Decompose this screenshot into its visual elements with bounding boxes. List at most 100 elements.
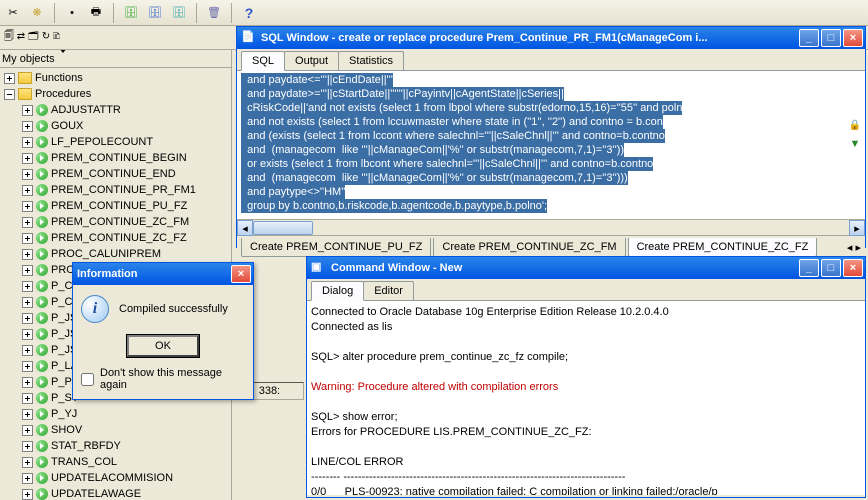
tree-procedure[interactable]: UPDATELACOMMISION — [0, 470, 231, 486]
tree-procedure[interactable]: P_YJ — [0, 406, 231, 422]
tree-procedure[interactable]: UPDATELAWAGE — [0, 486, 231, 500]
sql-h-scrollbar[interactable]: ◂ ▸ — [237, 219, 865, 235]
help-icon[interactable]: ? — [240, 4, 258, 22]
gear-icon[interactable]: ❋ — [28, 4, 46, 22]
expand-toggle[interactable] — [22, 281, 33, 292]
tree-procedure[interactable]: PREM_CONTINUE_END — [0, 166, 231, 182]
expand-toggle[interactable] — [22, 121, 33, 132]
tab-prev-icon[interactable]: ◂ — [847, 242, 853, 254]
expand-toggle[interactable] — [4, 73, 15, 84]
expand-toggle[interactable] — [22, 393, 33, 404]
scroll-left-button[interactable]: ◂ — [237, 220, 253, 236]
folder-icon — [18, 88, 32, 100]
tree-item-label: PREM_CONTINUE_PR_FM1 — [51, 182, 196, 198]
minimize-button[interactable]: _ — [799, 259, 819, 277]
expand-toggle[interactable] — [22, 425, 33, 436]
procedure-icon — [36, 216, 48, 228]
maximize-button[interactable]: □ — [821, 29, 841, 47]
cmd-output[interactable]: Connected to Oracle Database 10g Enterpr… — [307, 301, 865, 495]
object-filter-combo[interactable] — [59, 53, 229, 65]
expand-toggle[interactable] — [22, 377, 33, 388]
sql-window-titlebar[interactable]: 📄 SQL Window - create or replace procedu… — [237, 27, 865, 49]
ok-button[interactable]: OK — [127, 335, 199, 357]
tree-folder[interactable]: Procedures — [0, 86, 231, 102]
expand-toggle[interactable] — [22, 105, 33, 116]
maximize-button[interactable]: □ — [821, 259, 841, 277]
tree-procedure[interactable]: PREM_CONTINUE_PR_FM1 — [0, 182, 231, 198]
tree-item-label: PREM_CONTINUE_ZC_FZ — [51, 230, 187, 246]
expand-toggle[interactable] — [22, 489, 33, 500]
expand-toggle[interactable] — [22, 313, 33, 324]
expand-toggle[interactable] — [22, 217, 33, 228]
tree-procedure[interactable]: TRANS_COL — [0, 454, 231, 470]
tree-procedure[interactable]: LF_PEPOLECOUNT — [0, 134, 231, 150]
sql-tab-statistics[interactable]: Statistics — [338, 51, 404, 70]
sql-window-icon: 📄 — [241, 30, 257, 46]
close-button[interactable]: × — [843, 29, 863, 47]
dont-show-input[interactable] — [81, 373, 94, 386]
procedure-icon — [36, 328, 48, 340]
expand-toggle[interactable] — [22, 409, 33, 420]
expand-toggle[interactable] — [22, 473, 33, 484]
expand-toggle[interactable] — [22, 201, 33, 212]
minimize-button[interactable]: _ — [799, 29, 819, 47]
expand-toggle[interactable] — [22, 169, 33, 180]
procedure-icon — [36, 376, 48, 388]
tree-procedure[interactable]: STAT_RBFDY — [0, 438, 231, 454]
expand-toggle[interactable] — [22, 361, 33, 372]
sql-editor[interactable]: and paydate<='''||cEndDate||''' and payd… — [237, 71, 865, 219]
scissors-icon[interactable]: ✂ — [4, 4, 22, 22]
tree-folder[interactable]: Functions — [0, 70, 231, 86]
expand-toggle[interactable] — [22, 441, 33, 452]
trash-icon[interactable]: 🗑 — [205, 4, 223, 22]
arrow-down-icon[interactable]: ▼ — [850, 137, 861, 151]
procedure-icon — [36, 136, 48, 148]
tree-procedure[interactable]: PREM_CONTINUE_PU_FZ — [0, 198, 231, 214]
expand-toggle[interactable] — [22, 153, 33, 164]
expand-toggle[interactable] — [4, 89, 15, 100]
sql-tab-output[interactable]: Output — [284, 51, 339, 70]
cmd-tab-editor[interactable]: Editor — [363, 281, 414, 300]
db-green-icon[interactable]: 🗄 — [122, 4, 140, 22]
result-tab[interactable]: Create PREM_CONTINUE_ZC_FM — [433, 238, 625, 257]
tree-procedure[interactable]: GOUX — [0, 118, 231, 134]
expand-toggle[interactable] — [22, 185, 33, 196]
db-blue-icon[interactable]: 🗄 — [146, 4, 164, 22]
dont-show-checkbox[interactable]: Don't show this message again — [81, 367, 245, 391]
expand-toggle[interactable] — [22, 233, 33, 244]
result-tab[interactable]: Create PREM_CONTINUE_ZC_FZ — [628, 238, 818, 257]
expand-toggle[interactable] — [22, 249, 33, 260]
expand-toggle[interactable] — [22, 265, 33, 276]
expand-toggle[interactable] — [22, 457, 33, 468]
cmd-tab-dialog[interactable]: Dialog — [311, 281, 364, 301]
tree-procedure[interactable]: PREM_CONTINUE_ZC_FZ — [0, 230, 231, 246]
procedure-icon — [36, 184, 48, 196]
main-toolbar: ✂ ❋ • 🖶 🗄 🗄 🗄 🗑 ? — [0, 0, 868, 26]
cmd-output-line: Errors for PROCEDURE LIS.PREM_CONTINUE_Z… — [311, 425, 861, 440]
result-tab[interactable]: Create PREM_CONTINUE_PU_FZ — [241, 238, 431, 257]
close-button[interactable]: × — [843, 259, 863, 277]
close-button[interactable]: × — [231, 265, 251, 283]
tree-procedure[interactable]: PREM_CONTINUE_BEGIN — [0, 150, 231, 166]
lock-icon[interactable]: 🔒 — [849, 119, 861, 133]
expand-toggle[interactable] — [22, 329, 33, 340]
expand-toggle[interactable] — [22, 137, 33, 148]
sql-tab-sql[interactable]: SQL — [241, 51, 285, 71]
db-cyan-icon[interactable]: 🗄 — [170, 4, 188, 22]
tree-procedure[interactable]: PREM_CONTINUE_ZC_FM — [0, 214, 231, 230]
expand-toggle[interactable] — [22, 297, 33, 308]
scroll-thumb[interactable] — [253, 221, 313, 235]
sql-code-line: cRiskCode||'and not exists (select 1 fro… — [241, 101, 682, 115]
cmd-output-line — [311, 335, 861, 350]
info-titlebar[interactable]: Information × — [73, 263, 253, 285]
tab-next-icon[interactable]: ▸ — [855, 242, 861, 254]
printer-icon[interactable]: 🖶 — [87, 4, 105, 22]
bullet-icon[interactable]: • — [63, 4, 81, 22]
tree-procedure[interactable]: ADJUSTATTR — [0, 102, 231, 118]
tree-procedure[interactable]: PROC_CALUNIPREM — [0, 246, 231, 262]
expand-toggle[interactable] — [22, 345, 33, 356]
cmd-window-icon: ▣ — [311, 260, 327, 276]
scroll-right-button[interactable]: ▸ — [849, 220, 865, 236]
tree-procedure[interactable]: SHOV — [0, 422, 231, 438]
cmd-window-titlebar[interactable]: ▣ Command Window - New _ □ × — [307, 257, 865, 279]
